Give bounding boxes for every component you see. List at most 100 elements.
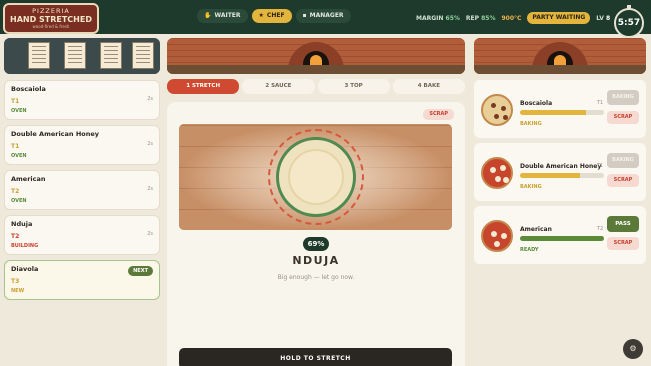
bake-progress-fill (520, 236, 604, 241)
order-age: 2s (147, 186, 153, 192)
order-card[interactable]: Double American Honey T1 OVEN 2s (4, 125, 160, 165)
order-status: OVEN (11, 153, 27, 159)
hold-to-stretch-button[interactable]: HOLD TO STRETCH (179, 348, 452, 366)
scrap-button[interactable]: SCRAP (607, 111, 639, 124)
ticket-note (64, 42, 86, 69)
order-name: Boscaiola (11, 85, 46, 93)
slot-pizza-name: Boscaiola (520, 100, 553, 107)
order-status: NEW (11, 288, 25, 294)
rep-stat: REP 85% (466, 15, 496, 22)
wooden-board (179, 124, 452, 230)
order-card-next[interactable]: Diavola T3 NEW NEXT (4, 260, 160, 300)
tab-sauce[interactable]: 2 SAUCE (242, 79, 315, 94)
orders-column: Boscaiola T1 OVEN 2s Double American Hon… (4, 38, 160, 363)
ticket-note (100, 42, 122, 69)
bake-progress (520, 110, 604, 115)
oven-slot: Double American Honey T1 BAKING BAKING S… (474, 143, 646, 201)
slot-pizza-name: American (520, 226, 552, 233)
oven-slot: American T2 READY PASS SCRAP (474, 206, 646, 264)
settings-icon[interactable]: ⚙ (623, 339, 643, 359)
level-label: LV (596, 14, 604, 22)
bake-progress (520, 236, 604, 241)
role-switcher: ✋ WAITER ★ CHEF ▪ MANAGER (197, 9, 351, 23)
order-age: 2s (147, 231, 153, 237)
party-waiting-badge[interactable]: PARTY WAITING (527, 12, 591, 24)
prep-station: 1 STRETCH 2 SAUCE 3 TOP 4 BAKE SCRAP 69%… (167, 38, 465, 366)
tab-stretch[interactable]: 1 STRETCH (167, 79, 240, 94)
timer-value: 5:57 (617, 18, 641, 28)
oven-banner (474, 38, 646, 74)
order-list: Boscaiola T1 OVEN 2s Double American Hon… (4, 80, 160, 300)
margin-stat: MARGIN 65% (416, 15, 460, 22)
order-table: T1 (11, 143, 20, 150)
level-value: 8 (606, 14, 611, 22)
scrap-button[interactable]: SCRAP (423, 109, 454, 120)
level-stat: LV 8 (596, 15, 610, 22)
slot-table: T1 (597, 100, 604, 106)
stretch-hint: Big enough — let go now. (277, 274, 355, 281)
slot-table: T2 (597, 226, 604, 232)
order-status: OVEN (11, 198, 27, 204)
counter (474, 65, 646, 74)
order-age: 2s (147, 141, 153, 147)
slot-status: BAKING (520, 184, 542, 190)
oven-slot: Boscaiola T1 BAKING BAKING SCRAP (474, 80, 646, 138)
stats-bar: MARGIN 65% REP 85% 900°C PARTY WAITING L… (416, 12, 626, 24)
ticket-note (28, 42, 50, 69)
scrap-button[interactable]: SCRAP (607, 237, 639, 250)
bake-progress-fill (520, 110, 586, 115)
ticket-rail-banner (4, 38, 160, 74)
order-card[interactable]: Nduja T2 BUILDING 2s (4, 215, 160, 255)
slot-status: READY (520, 247, 539, 253)
role-waiter-label: WAITER (214, 12, 241, 19)
stretch-workspace: SCRAP 69% NDUJA Big enough — let go now.… (167, 102, 465, 366)
dough-center (287, 149, 344, 205)
order-name: Nduja (11, 220, 33, 228)
rep-value: 85% (481, 14, 496, 22)
margin-label: MARGIN (416, 14, 444, 22)
step-tabs: 1 STRETCH 2 SAUCE 3 TOP 4 BAKE (167, 79, 465, 94)
order-name: American (11, 175, 46, 183)
tab-top[interactable]: 3 TOP (317, 79, 390, 94)
order-table: T2 (11, 188, 20, 195)
pass-button[interactable]: PASS (607, 216, 639, 232)
chef-hat-icon: ★ (258, 12, 264, 19)
stretch-percent: 69% (303, 237, 329, 251)
baking-button[interactable]: BAKING (607, 153, 639, 168)
baking-button[interactable]: BAKING (607, 90, 639, 105)
ticket-note (132, 42, 154, 69)
order-name: Double American Honey (11, 130, 99, 138)
order-table: T3 (11, 278, 20, 285)
logo-line2: HAND STRETCHED (10, 15, 92, 24)
role-manager-label: MANAGER (309, 12, 344, 19)
order-card[interactable]: Boscaiola T1 OVEN 2s (4, 80, 160, 120)
kitchen-banner (167, 38, 465, 74)
shift-timer: 5:57 (614, 5, 644, 38)
slot-table: T1 (597, 163, 604, 169)
pizza-icon (481, 220, 513, 252)
slot-pizza-name: Double American Honey (520, 163, 602, 170)
next-badge: NEXT (128, 266, 153, 276)
bake-progress-fill (520, 173, 581, 178)
hand-icon: ✋ (204, 12, 212, 19)
logo-line1: PIZZERIA (32, 7, 70, 15)
role-chef-label: CHEF (266, 12, 285, 19)
logo-line3: wood-fired & fresh (32, 24, 70, 29)
order-table: T1 (11, 98, 20, 105)
role-manager-button[interactable]: ▪ MANAGER (295, 9, 351, 23)
margin-value: 65% (445, 14, 460, 22)
tab-bake[interactable]: 4 BAKE (392, 79, 465, 94)
role-waiter-button[interactable]: ✋ WAITER (197, 9, 248, 23)
oven-slots: Boscaiola T1 BAKING BAKING SCRAP Double … (474, 80, 646, 264)
pizzeria-logo: PIZZERIA HAND STRETCHED wood-fired & fre… (3, 3, 99, 34)
scrap-button[interactable]: SCRAP (607, 174, 639, 187)
chat-icon: ▪ (302, 12, 307, 19)
order-status: OVEN (11, 108, 27, 114)
role-chef-button[interactable]: ★ CHEF (251, 9, 292, 23)
stopwatch-icon (627, 5, 631, 9)
pizza-dough[interactable] (275, 137, 356, 217)
oven-temp: 900°C (501, 14, 522, 22)
oven-column: Boscaiola T1 BAKING BAKING SCRAP Double … (474, 38, 646, 363)
rep-label: REP (465, 14, 480, 22)
order-card[interactable]: American T2 OVEN 2s (4, 170, 160, 210)
